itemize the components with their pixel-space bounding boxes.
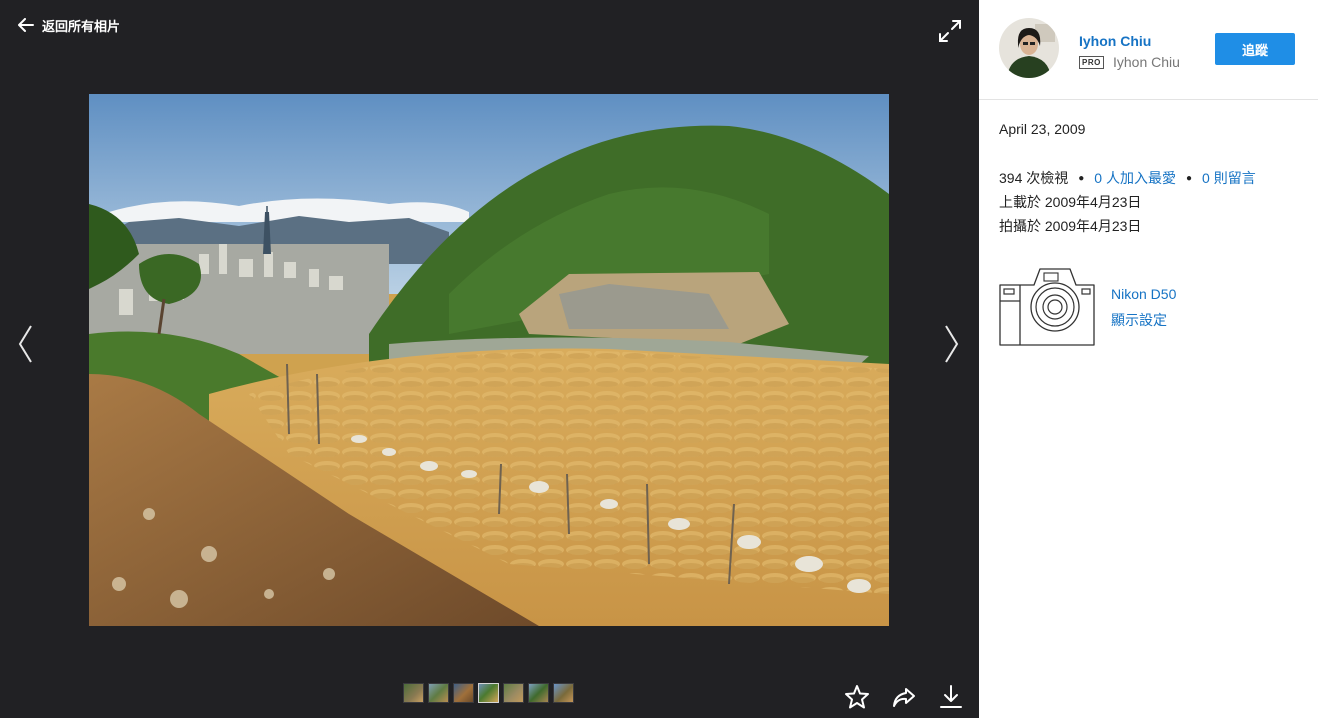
- camera-icon: [998, 265, 1098, 347]
- photo-date: April 23, 2009: [999, 121, 1086, 137]
- photo-stats: 394 次檢視 ● 0 人加入最愛 ● 0 則留言: [999, 168, 1256, 188]
- camera-model-link[interactable]: Nikon D50: [1111, 286, 1176, 302]
- chevron-right-icon[interactable]: [942, 322, 962, 366]
- follow-button[interactable]: 追蹤: [1215, 33, 1295, 65]
- filmstrip-thumbnail-current[interactable]: [478, 683, 499, 703]
- download-icon[interactable]: [937, 683, 965, 711]
- shot-date: 拍攝於 2009年4月23日: [999, 218, 1142, 234]
- expand-icon[interactable]: [936, 17, 964, 45]
- photo-info-sidebar: Iyhon Chiu PRO Iyhon Chiu 追蹤 April 23, 2…: [979, 0, 1318, 718]
- photo-viewer: 返回所有相片: [0, 0, 979, 718]
- faves-link[interactable]: 0 人加入最愛: [1094, 168, 1176, 188]
- show-settings-link[interactable]: 顯示設定: [1111, 310, 1167, 330]
- owner-handle: Iyhon Chiu: [1113, 54, 1180, 70]
- share-arrow-icon[interactable]: [890, 683, 918, 711]
- back-label: 返回所有相片: [42, 19, 121, 35]
- filmstrip-thumbnail[interactable]: [528, 683, 549, 703]
- star-icon[interactable]: [843, 683, 871, 711]
- chevron-left-icon[interactable]: [15, 322, 35, 366]
- filmstrip: [403, 683, 574, 703]
- views-count: 394 次檢視: [999, 170, 1069, 186]
- arrow-left-icon: [18, 18, 34, 32]
- filmstrip-thumbnail[interactable]: [553, 683, 574, 703]
- filmstrip-thumbnail[interactable]: [403, 683, 424, 703]
- separator-dot: ●: [1185, 172, 1193, 184]
- uploaded-date: 上載於 2009年4月23日: [999, 194, 1142, 210]
- owner-name[interactable]: Iyhon Chiu: [1079, 33, 1151, 49]
- pro-badge: PRO: [1079, 56, 1104, 69]
- owner-header: Iyhon Chiu PRO Iyhon Chiu 追蹤: [979, 0, 1318, 100]
- separator-dot: ●: [1078, 172, 1085, 184]
- filmstrip-thumbnail[interactable]: [503, 683, 524, 703]
- filmstrip-thumbnail[interactable]: [428, 683, 449, 703]
- comments-link[interactable]: 0 則留言: [1202, 168, 1256, 188]
- avatar[interactable]: [999, 18, 1059, 78]
- main-photo: [89, 94, 889, 626]
- filmstrip-thumbnail[interactable]: [453, 683, 474, 703]
- back-to-photos-link[interactable]: 返回所有相片: [18, 14, 120, 36]
